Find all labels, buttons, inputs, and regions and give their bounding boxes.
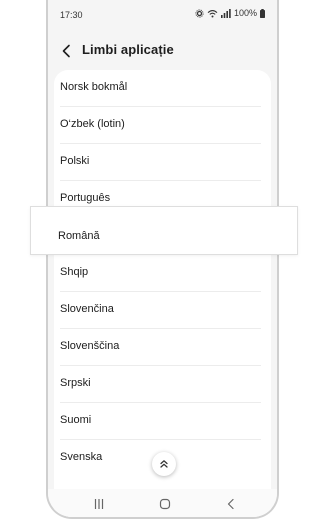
- language-label: Polski: [60, 155, 90, 167]
- language-item-polski[interactable]: Polski: [54, 144, 271, 181]
- status-time: 17:30: [60, 10, 83, 20]
- language-item-uzbek-latin[interactable]: O‘zbek (lotin): [54, 107, 271, 144]
- wifi-icon: [207, 9, 218, 18]
- language-label: Slovenščina: [60, 340, 120, 352]
- language-label: Slovenčina: [60, 303, 114, 315]
- language-label: Norsk bokmål: [60, 81, 128, 93]
- signal-icon: [220, 8, 231, 18]
- home-icon: [159, 498, 171, 510]
- app-header: Limbi aplicație: [48, 34, 277, 66]
- gear-icon: [195, 8, 204, 18]
- back-icon: [227, 498, 234, 510]
- navigation-bar: [48, 489, 277, 517]
- back-button[interactable]: [58, 42, 76, 60]
- chevron-up-icon: [160, 460, 168, 468]
- language-list: Norsk bokmål O‘zbek (lotin) Polski Portu…: [54, 70, 271, 517]
- status-bar: 17:30 100%: [48, 0, 277, 28]
- battery-icon: [260, 8, 265, 18]
- phone-frame: 17:30 100% Limbi aplicație Norsk bokmål: [46, 0, 279, 519]
- language-item-slovenscina[interactable]: Slovenščina: [54, 329, 271, 366]
- page-title: Limbi aplicație: [82, 42, 174, 57]
- language-item-shqip[interactable]: Shqip: [54, 255, 271, 292]
- battery-text: 100%: [233, 8, 257, 18]
- language-item-romana[interactable]: Română: [30, 206, 298, 255]
- language-label: Srpski: [60, 377, 91, 389]
- language-label: Shqip: [60, 266, 89, 278]
- language-label: Svenska: [60, 451, 103, 463]
- language-item-suomi[interactable]: Suomi: [54, 403, 271, 440]
- recents-icon: [94, 499, 104, 509]
- status-icons: 100%: [195, 8, 265, 18]
- recents-button[interactable]: [92, 497, 106, 511]
- language-item-norsk-bokmal[interactable]: Norsk bokmål: [54, 70, 271, 107]
- language-label: O‘zbek (lotin): [60, 118, 125, 130]
- home-button[interactable]: [158, 497, 172, 511]
- language-item-slovencina[interactable]: Slovenčina: [54, 292, 271, 329]
- back-arrow-icon: [62, 44, 70, 58]
- language-label: Suomi: [60, 414, 92, 426]
- nav-back-button[interactable]: [224, 497, 238, 511]
- language-label: Português: [60, 192, 111, 204]
- language-label: Română: [58, 230, 100, 242]
- scroll-to-top-button[interactable]: [152, 452, 176, 476]
- language-item-srpski[interactable]: Srpski: [54, 366, 271, 403]
